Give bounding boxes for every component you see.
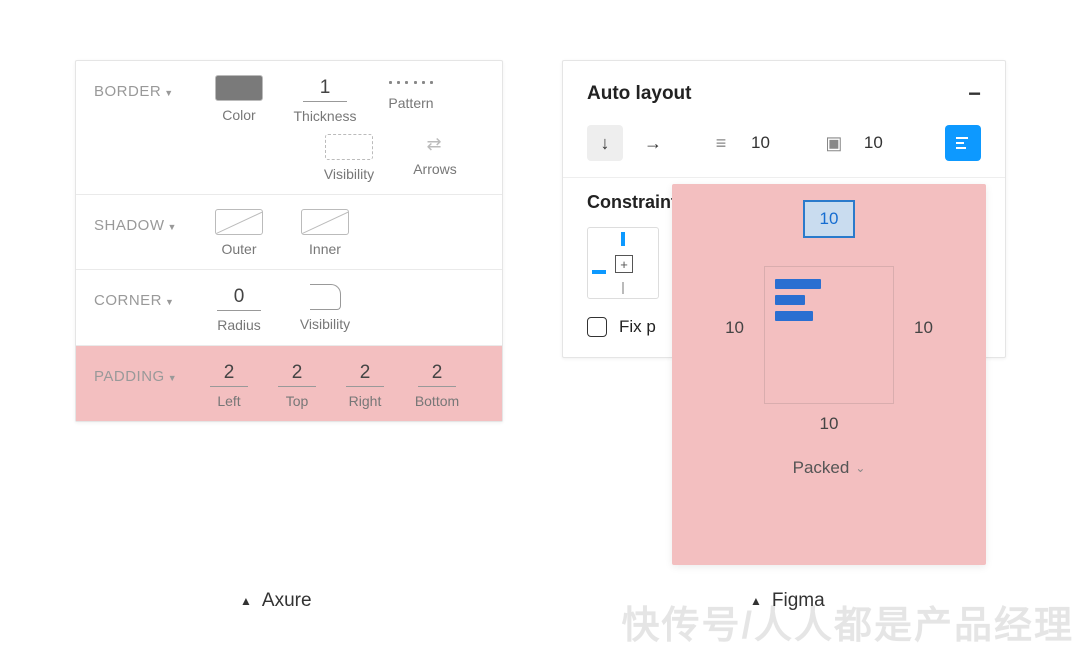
padding-section: PADDING Left Top Right Bottom — [76, 346, 502, 421]
pattern-label: Pattern — [388, 95, 433, 111]
corner-visibility[interactable]: Visibility — [290, 284, 360, 333]
padding-icon: ▣ — [816, 125, 852, 161]
corner-shape-icon — [310, 284, 341, 310]
direction-vertical-button[interactable]: ↓ — [587, 125, 623, 161]
axure-caption: ▲ Axure — [240, 590, 312, 612]
padding-right-value[interactable]: 10 — [914, 318, 933, 338]
padding-left[interactable]: Left — [204, 360, 254, 409]
thickness-label: Thickness — [293, 108, 356, 124]
pattern-icon — [389, 75, 433, 89]
triangle-up-icon: ▲ — [240, 594, 252, 608]
padding-bottom-value[interactable]: 10 — [820, 414, 839, 434]
align-bar-icon — [775, 295, 805, 305]
padding-top-input[interactable] — [278, 360, 316, 387]
visibility-icon — [325, 134, 373, 160]
autolayout-controls: ↓ → ≡ 10 ▣ 10 — [563, 121, 1005, 177]
padding-left-input[interactable] — [210, 360, 248, 387]
remove-autolayout-button[interactable]: − — [968, 83, 981, 105]
border-thickness[interactable]: Thickness — [290, 75, 360, 124]
shadow-slots: Outer Inner — [204, 209, 484, 257]
padding-bottom-label: Bottom — [415, 393, 459, 409]
border-header[interactable]: BORDER — [94, 75, 190, 100]
corner-vis-label: Visibility — [300, 316, 350, 332]
border-color-label: Color — [222, 107, 255, 123]
shadow-outer[interactable]: Outer — [204, 209, 274, 257]
align-bar-icon — [775, 279, 821, 289]
padding-slots: Left Top Right Bottom — [204, 360, 484, 409]
padding-left-value[interactable]: 10 — [725, 318, 744, 338]
corner-slots: Radius Visibility — [204, 284, 484, 333]
radius-input[interactable] — [217, 284, 261, 311]
padding-left-label: Left — [217, 393, 240, 409]
arrows-icon: ⇄ — [426, 134, 443, 155]
autolayout-header: Auto layout − — [563, 61, 1005, 121]
spacing-icon: ≡ — [703, 125, 739, 161]
padding-value[interactable]: 10 — [864, 133, 883, 153]
arrows-label: Arrows — [413, 161, 457, 177]
direction-horizontal-button[interactable]: → — [635, 125, 671, 161]
padding-popup[interactable]: 10 10 10 10 Packed ⌄ — [672, 184, 986, 565]
padding-right-input[interactable] — [346, 360, 384, 387]
fix-position-label: Fix p — [619, 317, 656, 337]
outer-shadow-icon — [215, 209, 263, 235]
padding-top-value[interactable]: 10 — [803, 200, 855, 238]
axure-caption-text: Axure — [262, 590, 312, 612]
padding-top[interactable]: Top — [272, 360, 322, 409]
shadow-section: SHADOW Outer Inner — [76, 195, 502, 270]
padding-bottom[interactable]: Bottom — [408, 360, 466, 409]
padding-right-label: Right — [349, 393, 382, 409]
padding-bottom-input[interactable] — [418, 360, 456, 387]
inner-shadow-icon — [301, 209, 349, 235]
corner-radius[interactable]: Radius — [204, 284, 274, 333]
outer-label: Outer — [221, 241, 256, 257]
inner-label: Inner — [309, 241, 341, 257]
alignment-preview[interactable] — [764, 266, 894, 404]
thickness-input[interactable] — [303, 75, 347, 102]
shadow-inner[interactable]: Inner — [290, 209, 360, 257]
autolayout-title: Auto layout — [587, 83, 692, 105]
visibility-label: Visibility — [324, 166, 374, 182]
chevron-down-icon: ⌄ — [855, 461, 865, 475]
border-color[interactable]: Color — [204, 75, 274, 124]
spacing-value[interactable]: 10 — [751, 133, 770, 153]
align-bar-icon — [775, 311, 813, 321]
border-pattern[interactable]: Pattern — [376, 75, 446, 124]
alignment-options-button[interactable] — [945, 125, 981, 161]
color-swatch-icon[interactable] — [215, 75, 263, 101]
shadow-header[interactable]: SHADOW — [94, 209, 190, 234]
radius-label: Radius — [217, 317, 261, 333]
padding-header[interactable]: PADDING — [94, 360, 190, 385]
packing-mode-label: Packed — [793, 458, 850, 478]
border-slots: Color Thickness Pattern Visibility ⇄ Arr… — [204, 75, 484, 182]
corner-header[interactable]: CORNER — [94, 284, 190, 309]
fix-position-checkbox[interactable] — [587, 317, 607, 337]
watermark-text: 快传号/人人都是产品经理 — [621, 594, 1074, 649]
border-section: BORDER Color Thickness Pattern Visibilit… — [76, 61, 502, 195]
padding-top-label: Top — [286, 393, 309, 409]
border-arrows[interactable]: ⇄ Arrows — [400, 134, 470, 182]
constraints-box[interactable]: + — [587, 227, 659, 299]
packing-mode-select[interactable]: Packed ⌄ — [793, 458, 866, 478]
axure-panel: BORDER Color Thickness Pattern Visibilit… — [75, 60, 503, 422]
corner-section: CORNER Radius Visibility — [76, 270, 502, 346]
padding-right[interactable]: Right — [340, 360, 390, 409]
border-visibility[interactable]: Visibility — [314, 134, 384, 182]
